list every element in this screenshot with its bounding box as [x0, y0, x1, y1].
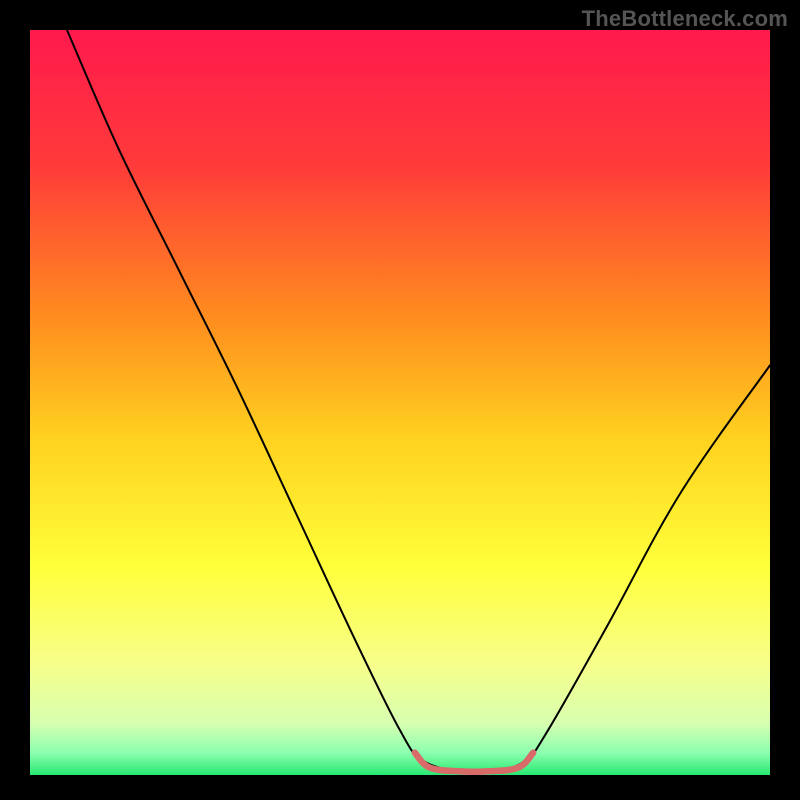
attribution-text: TheBottleneck.com [582, 6, 788, 32]
chart-frame: TheBottleneck.com [0, 0, 800, 800]
plot-background [30, 30, 770, 775]
bottleneck-chart [0, 0, 800, 800]
